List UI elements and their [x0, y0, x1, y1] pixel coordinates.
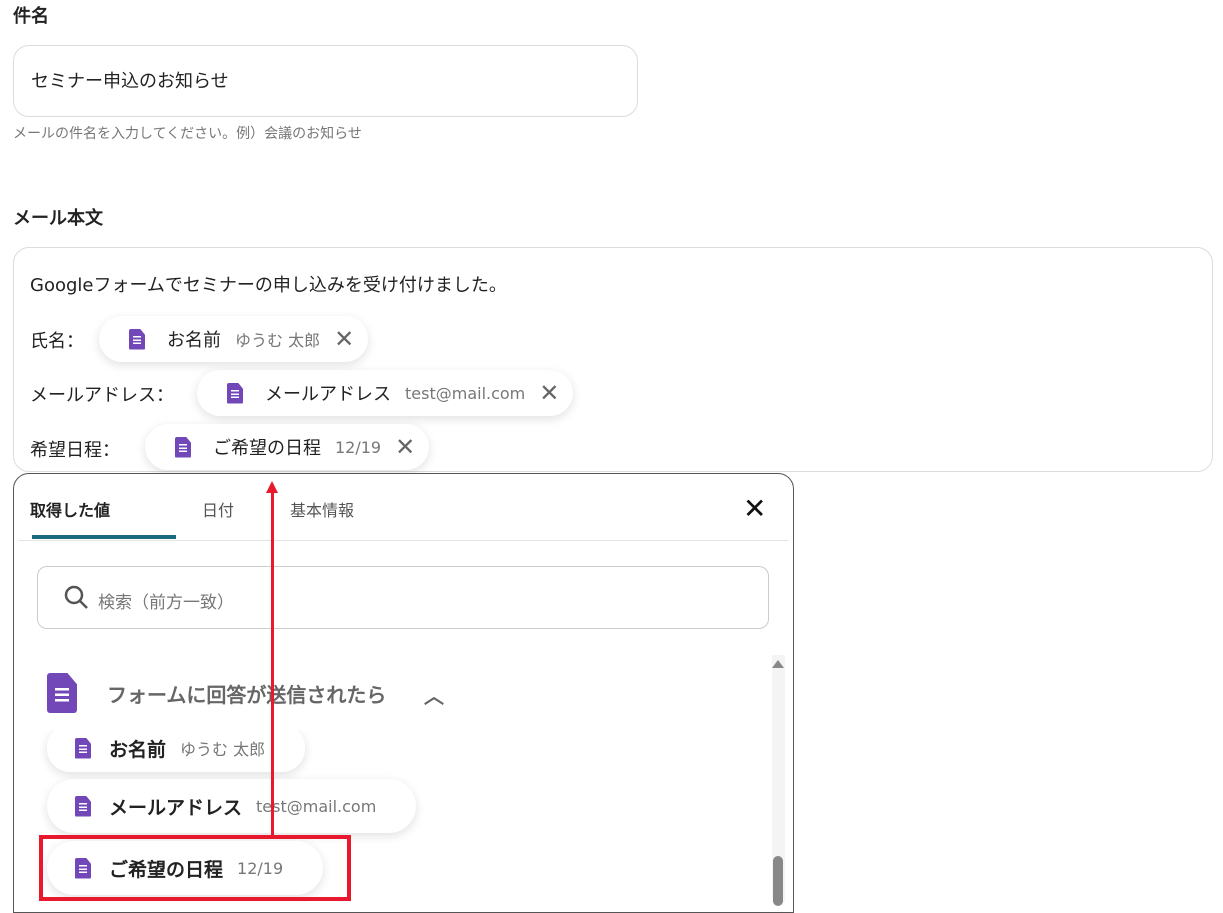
google-forms-icon [227, 382, 243, 404]
body-label-name: 氏名： [30, 331, 84, 352]
search-icon [64, 585, 88, 609]
item-value: ゆうむ 太郎 [180, 740, 266, 759]
scroll-up-arrow-icon[interactable] [772, 660, 784, 668]
close-icon[interactable]: ✕ [743, 492, 766, 525]
list-item[interactable]: お名前 ゆうむ 太郎 [47, 730, 306, 772]
list-item[interactable]: メールアドレス test@mail.com [47, 779, 417, 833]
body-label: メール本文 [13, 208, 103, 229]
tab-acquired-values[interactable]: 取得した値 [30, 497, 110, 521]
body-label-email: メールアドレス： [30, 385, 174, 406]
tab-basic-info[interactable]: 基本情報 [290, 497, 354, 521]
chip-name: お名前 [167, 330, 221, 351]
chip-value: test@mail.com [405, 383, 526, 403]
active-tab-indicator [32, 535, 176, 539]
google-forms-icon [75, 795, 91, 817]
chip-name: メールアドレス [265, 384, 391, 405]
subject-help: メールの件名を入力してください。例）会議のお知らせ [13, 126, 362, 142]
scrollbar-thumb[interactable] [773, 856, 783, 906]
close-icon[interactable]: ✕ [334, 325, 354, 353]
chevron-up-icon[interactable]: ︿ [424, 680, 444, 709]
highlight-box [39, 835, 351, 901]
subject-label: 件名 [13, 6, 49, 27]
item-name: メールアドレス [109, 796, 243, 819]
section-title[interactable]: フォームに回答が送信されたら [107, 679, 386, 708]
annotation-arrow-line [271, 490, 274, 836]
chip-name: ご希望の日程 [213, 438, 321, 459]
item-name: お名前 [109, 738, 167, 761]
item-value: test@mail.com [256, 796, 377, 816]
chip-value: 12/19 [335, 437, 382, 457]
google-forms-icon [175, 436, 191, 458]
body-line: Googleフォームでセミナーの申し込みを受け付けました。 [30, 275, 507, 296]
annotation-arrow-head-icon [266, 481, 278, 493]
subject-value: セミナー申込のお知らせ [31, 71, 229, 92]
close-icon[interactable]: ✕ [395, 433, 415, 461]
google-forms-icon [129, 328, 145, 350]
tab-date[interactable]: 日付 [202, 497, 234, 521]
search-placeholder: 検索（前方一致） [98, 593, 234, 613]
search-input[interactable]: 検索（前方一致） [37, 566, 769, 629]
google-forms-icon [75, 737, 91, 759]
chip-value: ゆうむ 太郎 [235, 331, 321, 350]
variable-chip-date[interactable]: ご希望の日程 12/19 ✕ [145, 424, 430, 470]
variable-chip-name[interactable]: お名前 ゆうむ 太郎 ✕ [99, 316, 369, 362]
subject-input[interactable]: セミナー申込のお知らせ [13, 45, 638, 117]
google-forms-icon [47, 673, 77, 713]
variable-chip-email[interactable]: メールアドレス test@mail.com ✕ [197, 370, 574, 416]
close-icon[interactable]: ✕ [539, 379, 559, 407]
tab-divider [18, 540, 788, 541]
body-label-date: 希望日程： [30, 440, 120, 461]
